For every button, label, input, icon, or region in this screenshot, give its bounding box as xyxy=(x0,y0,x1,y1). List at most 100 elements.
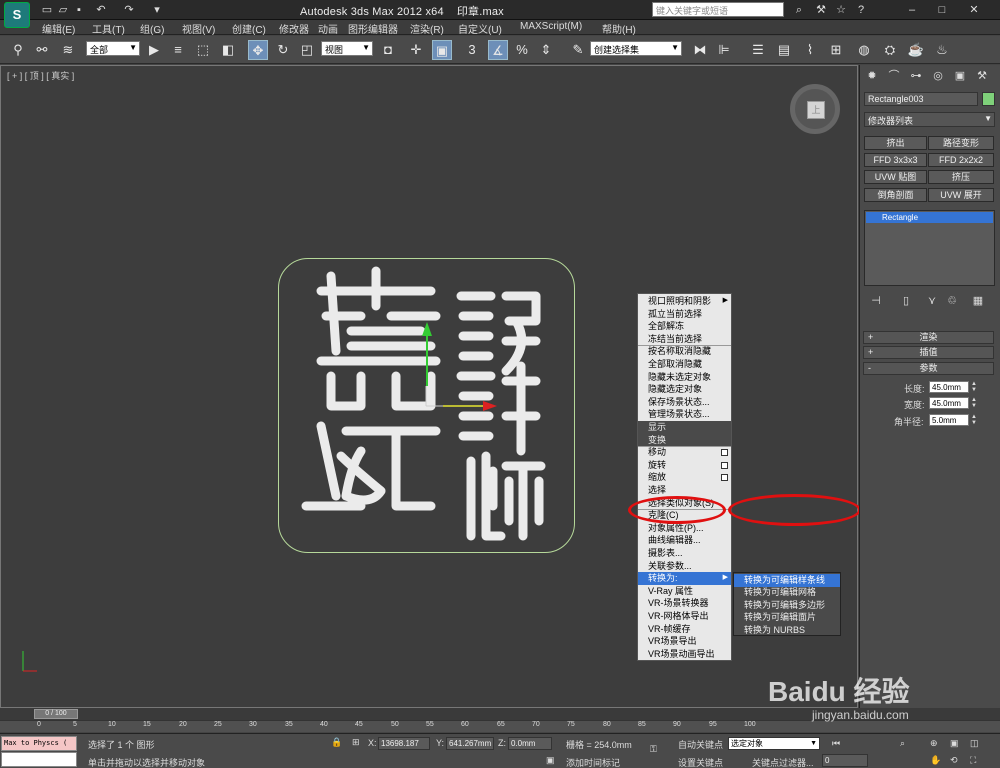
corner-radius-field[interactable]: 5.0mm xyxy=(929,414,969,426)
save-file-icon[interactable]: ▪ xyxy=(72,3,86,17)
mirror-icon[interactable]: ⧓ xyxy=(690,40,710,60)
orbit-icon[interactable]: ⟲ xyxy=(950,755,958,766)
menu-animation[interactable]: 动画 xyxy=(318,21,338,36)
curve-editor-icon[interactable]: ⌇ xyxy=(800,40,820,60)
percent-snap-icon[interactable]: % xyxy=(512,40,532,60)
set-key-button[interactable]: 设置关键点 xyxy=(678,756,723,768)
redo-icon[interactable]: ↷ xyxy=(122,3,136,17)
quad-menu-item[interactable]: 视口照明和阴影 ▶ xyxy=(638,295,731,308)
modify-tab-icon[interactable]: ⌒ xyxy=(886,68,902,84)
quad-menu-item[interactable]: VR场景动画导出 xyxy=(638,648,731,661)
select-scale-icon[interactable]: ◰ xyxy=(297,40,317,60)
quad-menu-item[interactable]: 保存场景状态... xyxy=(638,396,731,409)
quad-menu-item[interactable]: VR场景导出 xyxy=(638,635,731,648)
convert-submenu-item[interactable]: 转换为 NURBS xyxy=(734,624,840,637)
motion-tab-icon[interactable]: ◎ xyxy=(930,68,946,84)
keyboard-shortcut-override-icon[interactable]: ▣ xyxy=(432,40,452,60)
quad-menu-item[interactable]: 隐藏选定对象 xyxy=(638,383,731,396)
edit-named-selection-icon[interactable]: ✎ xyxy=(568,40,588,60)
select-rotate-icon[interactable]: ↻ xyxy=(273,40,293,60)
menu-help[interactable]: 帮助(H) xyxy=(602,21,636,36)
snap-toggle-icon[interactable]: 3 xyxy=(462,40,482,60)
rectangle-selection-icon[interactable]: ⬚ xyxy=(193,40,213,60)
menu-tools[interactable]: 工具(T) xyxy=(92,21,125,36)
render-setup-icon[interactable]: ⛭ xyxy=(880,40,900,60)
modifier-extrude-button[interactable]: 挤出 xyxy=(864,136,927,150)
display-tab-icon[interactable]: ▣ xyxy=(952,68,968,84)
utilities-tab-icon[interactable]: ⚒ xyxy=(974,68,990,84)
quad-menu-item[interactable]: 孤立当前选择 xyxy=(638,308,731,321)
time-tag-icon[interactable]: ▣ xyxy=(546,755,555,766)
remove-modifier-icon[interactable]: ♲ xyxy=(944,293,960,309)
minimize-icon[interactable]: – xyxy=(905,3,919,17)
unlink-icon[interactable]: ⚯ xyxy=(32,40,52,60)
modifier-ffd-2x2x2-button[interactable]: FFD 2x2x2 xyxy=(928,153,994,167)
select-object-icon[interactable]: ▶ xyxy=(144,40,164,60)
star-icon[interactable]: ☆ xyxy=(834,3,848,17)
menu-views[interactable]: 视图(V) xyxy=(182,21,215,36)
select-move-icon[interactable]: ✥ xyxy=(248,40,268,60)
quad-menu-item[interactable]: 关联参数... xyxy=(638,560,731,573)
width-field[interactable]: 45.0mm xyxy=(929,397,969,409)
modifier-unwrap-uvw-button[interactable]: UVW 展开 xyxy=(928,188,994,202)
menu-maxscript[interactable]: MAXScript(M) xyxy=(520,21,582,32)
graphite-ribbon-icon[interactable]: ▤ xyxy=(774,40,794,60)
modifier-bevel-profile-button[interactable]: 倒角剖面 xyxy=(864,188,927,202)
key-mode-dropdown[interactable]: 选定对象 ▼ xyxy=(728,737,820,750)
quad-menu-item[interactable]: VR-场景转换器 xyxy=(638,597,731,610)
rollout-rendering[interactable]: + 渲染 xyxy=(863,331,994,344)
object-color-swatch[interactable] xyxy=(982,92,995,106)
maxscript-mini-input[interactable] xyxy=(1,752,77,767)
rollout-interpolation[interactable]: + 插值 xyxy=(863,346,994,359)
pan-icon[interactable]: ✋ xyxy=(930,755,941,766)
hierarchy-tab-icon[interactable]: ⊶ xyxy=(908,68,924,84)
menu-group[interactable]: 组(G) xyxy=(140,21,164,36)
quad-menu-item[interactable]: 曲线编辑器... xyxy=(638,534,731,547)
select-manipulate-icon[interactable]: ✛ xyxy=(406,40,426,60)
move-gizmo-x-axis[interactable] xyxy=(443,405,491,407)
z-coordinate-field[interactable]: 0.0mm xyxy=(508,737,552,750)
convert-submenu-item[interactable]: 转换为可编辑样条线 xyxy=(734,574,840,587)
pin-stack-icon[interactable]: ⊣ xyxy=(868,293,884,309)
modifier-squeeze-button[interactable]: 挤压 xyxy=(928,170,994,184)
quad-menu-item[interactable]: 全部取消隐藏 xyxy=(638,358,731,371)
close-icon[interactable]: ✕ xyxy=(967,3,981,17)
angle-snap-icon[interactable]: ∡ xyxy=(488,40,508,60)
undo-icon[interactable]: ↶ xyxy=(94,3,108,17)
menu-modifiers[interactable]: 修改器 xyxy=(279,21,309,36)
quad-menu-item[interactable]: 缩放 xyxy=(638,471,731,484)
menu-rendering[interactable]: 渲染(R) xyxy=(410,21,444,36)
material-editor-icon[interactable]: ◍ xyxy=(854,40,874,60)
top-viewport[interactable]: [ + ] [ 顶 ] [ 真实 ] 上 视口照明和阴影 ▶ 孤立当前选择 全部解冻冻… xyxy=(0,65,861,708)
pivot-center-icon[interactable]: ◘ xyxy=(378,40,398,60)
quad-menu-item[interactable]: 按名称取消隐藏 xyxy=(638,345,731,358)
quad-menu-item[interactable]: 选择 xyxy=(638,484,731,497)
length-spinner-icon[interactable]: ▲ ▼ xyxy=(971,381,977,393)
x-coordinate-field[interactable]: 13698.187 xyxy=(378,737,430,750)
selection-filter-dropdown[interactable]: 全部 ▼ xyxy=(86,41,140,56)
rollout-parameters[interactable]: - 参数 xyxy=(863,362,994,375)
help-icon[interactable]: ? xyxy=(854,3,868,17)
binoculars-icon[interactable]: ⌕ xyxy=(792,3,806,17)
render-production-icon[interactable]: ♨ xyxy=(932,40,952,60)
maxscript-listener[interactable]: Max to Physcs ( xyxy=(1,736,77,751)
quad-menu-item[interactable]: 变换 xyxy=(638,433,731,447)
spinner-snap-icon[interactable]: ⇕ xyxy=(536,40,556,60)
app-logo-icon[interactable]: S xyxy=(4,2,30,28)
show-end-result-icon[interactable]: ▯ xyxy=(898,293,914,309)
layer-manager-icon[interactable]: ☰ xyxy=(748,40,768,60)
add-time-tag[interactable]: 添加时间标记 xyxy=(566,756,620,768)
open-file-icon[interactable]: ▱ xyxy=(56,3,70,17)
schematic-view-icon[interactable]: ⊞ xyxy=(826,40,846,60)
menu-graph-editors[interactable]: 图形编辑器 xyxy=(348,21,398,36)
zoom-icon[interactable]: ⌕ xyxy=(900,738,905,749)
y-coordinate-field[interactable]: 641.267mm xyxy=(446,737,494,750)
reference-coord-dropdown[interactable]: 视图 ▼ xyxy=(321,41,373,56)
quick-access-dropdown-icon[interactable]: ▾ xyxy=(150,3,164,17)
convert-submenu-item[interactable]: 转换为可编辑面片 xyxy=(734,611,840,624)
zoom-extents-all-icon[interactable]: ◫ xyxy=(970,738,979,749)
create-tab-icon[interactable]: ✹ xyxy=(864,68,880,84)
rendered-frame-icon[interactable]: ☕ xyxy=(906,40,926,60)
quad-menu-item[interactable]: 管理场景状态... xyxy=(638,408,731,421)
object-name-field[interactable]: Rectangle003 xyxy=(864,92,978,106)
